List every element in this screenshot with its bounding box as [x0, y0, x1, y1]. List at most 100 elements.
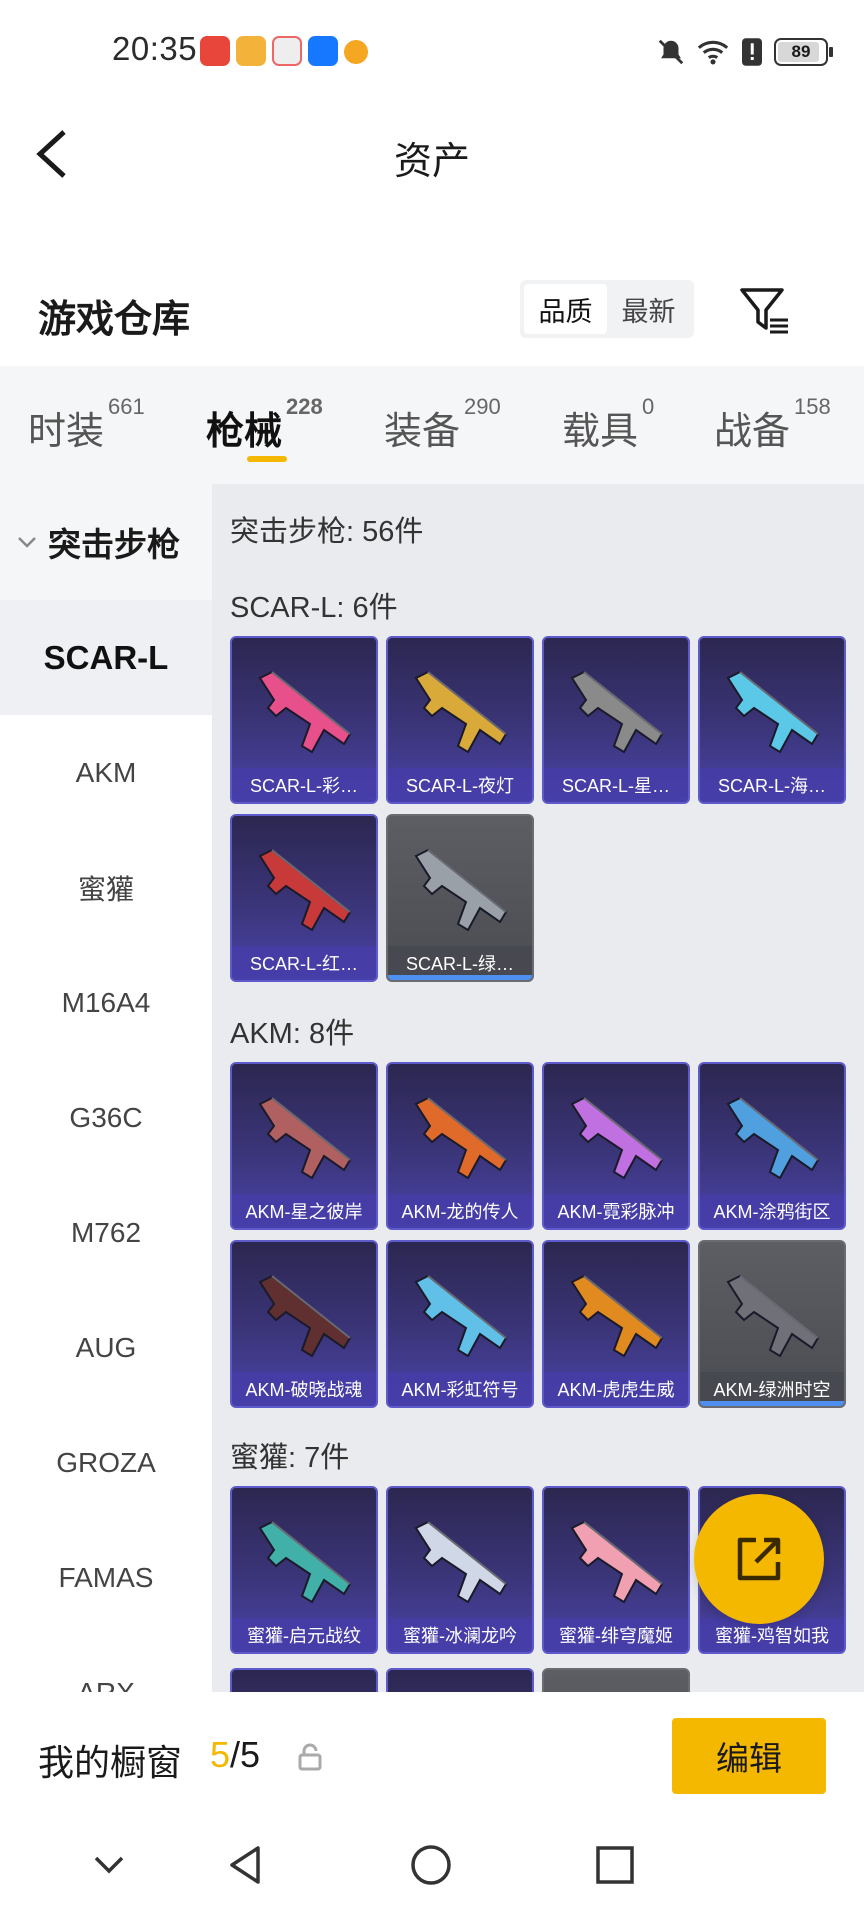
share-button[interactable] [694, 1494, 824, 1624]
mute-bell-icon [658, 39, 684, 65]
sidebar-item-famas[interactable]: FAMAS [0, 1520, 212, 1635]
sidebar-item-aug[interactable]: AUG [0, 1290, 212, 1405]
weapon-card[interactable]: AKM-破晓战魂 [230, 1240, 378, 1408]
weapon-card[interactable]: 蜜獾-绯穹魔姬 [542, 1486, 690, 1654]
rifle-icon [258, 848, 352, 932]
home-circle-icon[interactable] [406, 1840, 456, 1890]
weapon-card[interactable]: AKM-虎虎生威 [542, 1240, 690, 1408]
sort-newest-option[interactable]: 最新 [607, 284, 690, 334]
sort-quality-option[interactable]: 品质 [524, 284, 607, 334]
sidebar-item-honey-badger[interactable]: 蜜獾 [0, 830, 212, 945]
weapon-card[interactable]: AKM-霓彩脉冲 [542, 1062, 690, 1230]
rifle-icon [414, 1274, 508, 1358]
rifle-icon [726, 1274, 820, 1358]
weapon-card-label: SCAR-L-海… [700, 768, 844, 802]
showcase-label: 我的橱窗 [38, 1742, 183, 1783]
tab-label: 战备 [714, 411, 791, 453]
rifle-icon [258, 670, 352, 754]
weapon-card-label: AKM-虎虎生威 [544, 1372, 688, 1406]
category-total: 突击步枪: 56件 [230, 516, 424, 548]
weapon-card-label: AKM-绿洲时空 [700, 1372, 844, 1406]
sidebar-item-arx[interactable]: ARX [0, 1635, 212, 1693]
weapon-card-label: AKM-霓彩脉冲 [544, 1194, 688, 1228]
tab-fashion[interactable]: 时装661 [28, 394, 145, 455]
tab-firearms[interactable]: 枪械228 [206, 394, 323, 455]
weapon-card-label: AKM-龙的传人 [388, 1194, 532, 1228]
weapon-card-partial[interactable] [542, 1668, 690, 1692]
sort-toggle: 品质 最新 [520, 280, 694, 338]
weapon-card-label: SCAR-L-绿… [388, 946, 532, 980]
weapon-card[interactable]: SCAR-L-绿… [386, 814, 534, 982]
showcase-count-total: 5 [240, 1734, 261, 1775]
sidebar-group-assault-rifles[interactable]: 突击步枪 [0, 484, 212, 600]
sidebar-item-g36c[interactable]: G36C [0, 1060, 212, 1175]
tab-vehicles[interactable]: 载具0 [562, 394, 654, 455]
weapon-card-label: SCAR-L-夜灯 [388, 768, 532, 802]
chevron-down-icon[interactable] [84, 1840, 134, 1890]
category-tabs: 时装661 枪械228 装备290 载具0 战备158 [0, 366, 864, 484]
rifle-icon [570, 1096, 664, 1180]
huawei-app-icon [200, 36, 230, 66]
tab-supplies[interactable]: 战备158 [714, 394, 831, 455]
weapon-card[interactable]: SCAR-L-红… [230, 814, 378, 982]
weapon-card[interactable]: AKM-彩虹符号 [386, 1240, 534, 1408]
tab-count: 158 [794, 394, 831, 419]
section-title-scar-l: SCAR-L: 6件 [230, 592, 398, 624]
rifle-icon [414, 848, 508, 932]
rifle-icon [726, 670, 820, 754]
page-title: 资产 [393, 141, 470, 183]
tab-count: 228 [286, 394, 323, 419]
tab-count: 661 [108, 394, 145, 419]
weapon-card[interactable]: AKM-绿洲时空 [698, 1240, 846, 1408]
rifle-icon [570, 1274, 664, 1358]
weapon-sidebar: 突击步枪 SCAR-L AKM 蜜獾 M16A4 G36C M762 AUG G… [0, 484, 212, 1692]
sidebar-item-scar-l[interactable]: SCAR-L [0, 600, 212, 715]
active-tab-indicator [247, 456, 287, 462]
filter-button[interactable] [738, 284, 792, 338]
weapon-card[interactable]: 蜜獾-冰澜龙吟 [386, 1486, 534, 1654]
warehouse-title: 游戏仓库 [38, 299, 191, 341]
weapon-card[interactable]: AKM-涂鸦街区 [698, 1062, 846, 1230]
tab-equipment[interactable]: 装备290 [384, 394, 501, 455]
wifi-icon [697, 40, 729, 65]
weapon-card-label: AKM-彩虹符号 [388, 1372, 532, 1406]
weapon-card-label: 蜜獾-冰澜龙吟 [388, 1618, 532, 1652]
chevron-down-icon [18, 537, 36, 548]
tab-label: 载具 [562, 411, 639, 453]
tab-count: 0 [642, 394, 655, 419]
recents-square-icon[interactable] [590, 1840, 640, 1890]
weapon-card[interactable]: SCAR-L-海… [698, 636, 846, 804]
system-nav-bar [0, 1818, 864, 1920]
weapon-card-partial[interactable] [230, 1668, 378, 1692]
weapon-card-partial[interactable] [386, 1668, 534, 1692]
showcase-count-current: 5 [210, 1734, 231, 1775]
weapon-card[interactable]: SCAR-L-彩… [230, 636, 378, 804]
sidebar-item-m762[interactable]: M762 [0, 1175, 212, 1290]
sidebar-item-m16a4[interactable]: M16A4 [0, 945, 212, 1060]
circle-app-icon [236, 36, 266, 66]
back-triangle-icon[interactable] [222, 1840, 272, 1890]
weapon-card[interactable]: SCAR-L-星… [542, 636, 690, 804]
rifle-icon [414, 1096, 508, 1180]
rifle-icon [414, 1520, 508, 1604]
sidebar-item-akm[interactable]: AKM [0, 715, 212, 830]
weapon-card[interactable]: 蜜獾-启元战纹 [230, 1486, 378, 1654]
tab-label: 枪械 [206, 411, 283, 453]
weapon-card[interactable]: SCAR-L-夜灯 [386, 636, 534, 804]
weapon-card-label: 蜜獾-鸡智如我 [700, 1618, 844, 1652]
filter-icon [740, 288, 788, 334]
rifle-icon [258, 1274, 352, 1358]
share-icon [737, 1537, 781, 1581]
alipay-icon [308, 36, 338, 66]
tab-label: 装备 [384, 411, 461, 453]
edit-button[interactable]: 编辑 [672, 1718, 826, 1794]
weapon-card-label: SCAR-L-星… [544, 768, 688, 802]
weapon-card[interactable]: AKM-龙的传人 [386, 1062, 534, 1230]
tab-label: 时装 [28, 411, 105, 453]
tab-count: 290 [464, 394, 501, 419]
weapon-card-label: 蜜獾-启元战纹 [232, 1618, 376, 1652]
rifle-icon [570, 670, 664, 754]
weapon-card[interactable]: AKM-星之彼岸 [230, 1062, 378, 1230]
sidebar-group-label: 突击步枪 [48, 526, 180, 563]
sidebar-item-groza[interactable]: GROZA [0, 1405, 212, 1520]
